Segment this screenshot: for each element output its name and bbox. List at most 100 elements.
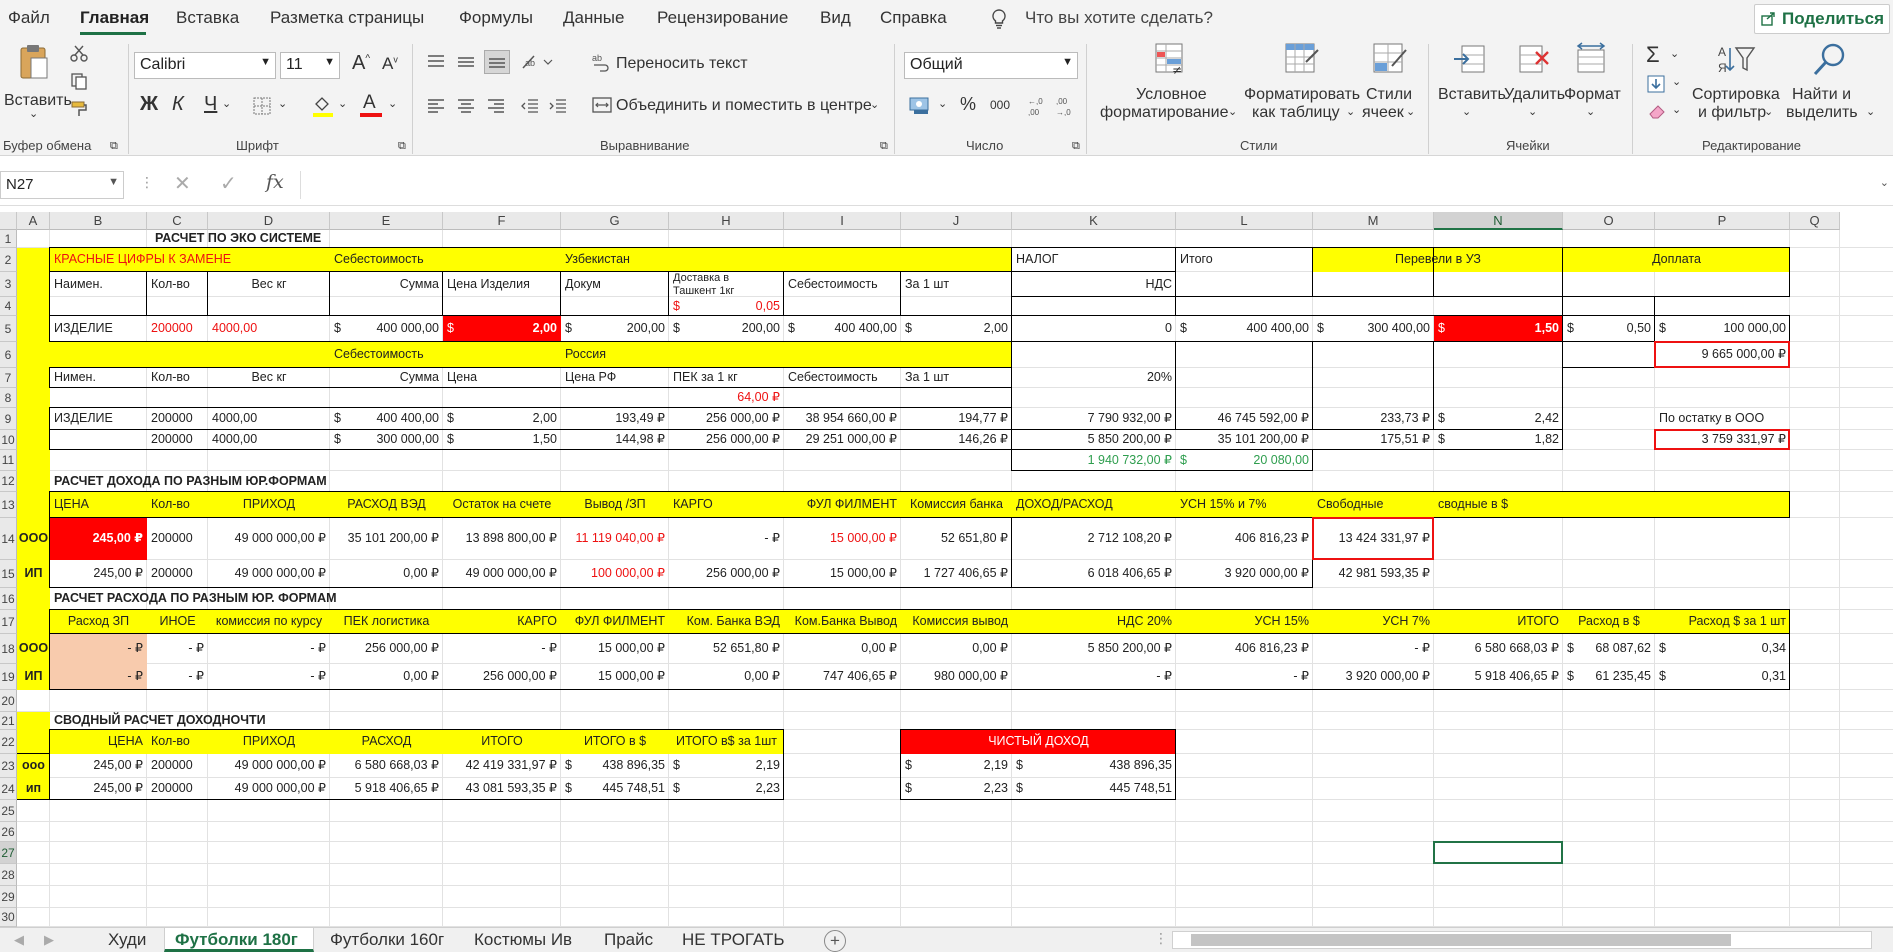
cell-m5[interactable]: 300 400,00 [1313,316,1434,342]
cell-c24[interactable]: 200000 [147,778,208,800]
row-header-7[interactable]: 7 [0,368,17,388]
cell-h7[interactable]: ПЕК за 1 кг [669,368,784,388]
cell-j17[interactable]: Комиссия вывод [901,610,1012,634]
wrap-text-icon[interactable]: ab [592,52,610,72]
cell-a14[interactable]: ООО [17,518,50,560]
cell-b24[interactable]: 245,00 ₽ [50,778,147,800]
align-top-icon[interactable] [426,54,446,70]
menu-tab-home[interactable]: Главная [80,8,149,28]
cell-c14[interactable]: 200000 [147,518,208,560]
cell-m9[interactable]: 233,73 ₽ [1313,408,1434,430]
font-name-select[interactable]: Calibri ▼ [134,52,276,79]
cell-b19[interactable]: - ₽ [50,664,147,690]
format-painter-icon[interactable] [70,100,88,118]
cell-i13[interactable]: ФУЛ ФИЛМЕНТ [784,492,901,518]
cell-a18[interactable]: ООО [17,634,50,664]
cell-a23[interactable]: ооо [17,754,50,778]
chevron-down-icon[interactable]: ⌄ [222,98,231,111]
cell-f23[interactable]: 42 419 331,97 ₽ [443,754,561,778]
cell-f14[interactable]: 13 898 800,00 ₽ [443,518,561,560]
row-header-23[interactable]: 23 [0,754,17,778]
row-header-10[interactable]: 10 [0,430,17,450]
cell-b14[interactable]: 245,00 ₽ [50,518,147,560]
row-header-16[interactable]: 16 [0,588,17,610]
cell-h3[interactable]: Доставка в [669,272,784,285]
cell-c3[interactable]: Кол-во [147,272,208,297]
cell-c19[interactable]: - ₽ [147,664,208,690]
cell-h4[interactable]: 0,05 [669,297,784,316]
cut-icon[interactable] [70,44,88,62]
alignment-launcher-icon[interactable]: ⧉ [880,140,888,153]
scrollbar-thumb[interactable] [1191,934,1731,946]
cell-k15[interactable]: 6 018 406,65 ₽ [1012,560,1176,588]
column-header-m[interactable]: M [1313,212,1434,230]
cell-f22[interactable]: ИТОГО [443,730,561,754]
cell-p5[interactable]: 100 000,00 [1655,316,1790,342]
cell-d13[interactable]: ПРИХОД [208,492,330,518]
cell-c15[interactable]: 200000 [147,560,208,588]
row-header-14[interactable]: 14 [0,518,17,560]
cell-c23[interactable]: 200000 [147,754,208,778]
cell-j5[interactable]: 2,00 [901,316,1012,342]
cell-l15[interactable]: 3 920 000,00 ₽ [1176,560,1313,588]
decrease-decimal-icon[interactable]: ,00→,0 [1054,94,1078,118]
cell-e17[interactable]: ПЕК логистика [330,610,443,634]
cell-c7[interactable]: Кол-во [147,368,208,388]
cell-f24[interactable]: 43 081 593,35 ₽ [443,778,561,800]
cell-h13[interactable]: КАРГО [669,492,784,518]
sheet-tab-tshirts-160[interactable]: Футболки 160г [330,930,444,950]
merge-center-button[interactable]: Объединить и поместить в центре [616,97,872,115]
cell-f7[interactable]: Цена [443,368,561,388]
cell-h22[interactable]: ИТОГО в$ за 1шт [669,730,784,754]
find-select-button[interactable]: Найти и выделить ⌄ [1786,42,1882,132]
cell-i9[interactable]: 38 954 660,00 ₽ [784,408,901,430]
menu-tab-help[interactable]: Справка [880,8,947,28]
cell-j13[interactable]: Комиссия банка [901,492,1012,518]
percent-button[interactable]: % [960,94,976,115]
cell-e15[interactable]: 0,00 ₽ [330,560,443,588]
chevron-down-icon[interactable]: ⌄ [388,98,397,111]
cell-g10[interactable]: 144,98 ₽ [561,430,669,450]
cell-l5[interactable]: 400 400,00 [1176,316,1313,342]
cell-e24[interactable]: 5 918 406,65 ₽ [330,778,443,800]
cell-o19[interactable]: 61 235,45 [1563,664,1655,690]
cell-e19[interactable]: 0,00 ₽ [330,664,443,690]
cell-d22[interactable]: ПРИХОД [208,730,330,754]
cell-h14[interactable]: - ₽ [669,518,784,560]
cell-d14[interactable]: 49 000 000,00 ₽ [208,518,330,560]
align-left-icon[interactable] [426,98,446,114]
row-header-1[interactable]: 1 [0,230,17,248]
cell-f19[interactable]: 256 000,00 ₽ [443,664,561,690]
column-header-i[interactable]: I [784,212,901,230]
cell-g13[interactable]: Вывод /ЗП [561,492,669,518]
cell-m13[interactable]: Свободные [1313,492,1434,518]
cell-c1-f1[interactable]: РАСЧЕТ ПО ЭКО СИСТЕМЕ [147,230,561,248]
cell-e23[interactable]: 6 580 668,03 ₽ [330,754,443,778]
cell-h5[interactable]: 200,00 [669,316,784,342]
cell-e7[interactable]: Сумма [330,368,443,388]
autosum-icon[interactable]: Σ [1646,42,1660,68]
cell-c5[interactable]: 200000 [147,316,208,342]
scroll-right-icon[interactable]: ▶ [44,932,54,948]
thousands-button[interactable]: 000 [990,98,1010,113]
cell-k5[interactable]: 0 [1012,316,1176,342]
cell-b18[interactable]: - ₽ [50,634,147,664]
cell-n5[interactable]: 1,50 [1434,316,1563,342]
cell-j23[interactable]: 2,19 [901,754,1012,778]
row-header-26[interactable]: 26 [0,822,17,842]
cell-j9[interactable]: 194,77 ₽ [901,408,1012,430]
cell-n17[interactable]: ИТОГО [1434,610,1563,634]
cell-p6[interactable]: 9 665 000,00 ₽ [1655,342,1790,368]
cell-l2[interactable]: Итого [1176,248,1313,272]
cell-j19[interactable]: 980 000,00 ₽ [901,664,1012,690]
chevron-down-icon[interactable]: ⌄ [1672,104,1681,117]
row-header-22[interactable]: 22 [0,730,17,754]
cell-h24[interactable]: 2,23 [669,778,784,800]
formula-input[interactable] [300,171,1884,199]
cell-b22[interactable]: ЦЕНА [50,730,147,754]
cell-a19[interactable]: ИП [17,664,50,690]
row-header-15[interactable]: 15 [0,560,17,588]
column-header-a[interactable]: A [17,212,50,230]
cell-d15[interactable]: 49 000 000,00 ₽ [208,560,330,588]
name-box[interactable]: N27 ▼ [0,171,124,199]
